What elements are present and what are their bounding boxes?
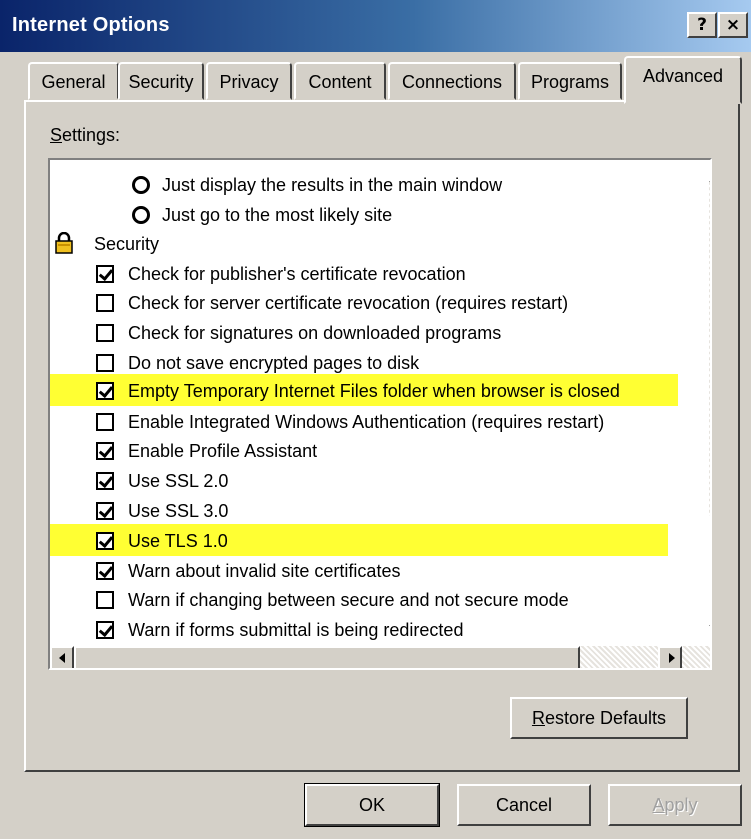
ok-button[interactable]: OK	[304, 783, 440, 827]
settings-item-label: Warn if forms submittal is being redirec…	[128, 620, 464, 640]
vertical-scroll-thumb[interactable]	[709, 516, 710, 626]
apply-accesskey: A	[652, 795, 665, 815]
settings-item-label: Use SSL 3.0	[128, 501, 229, 521]
settings-item-label: Check for publisher's certificate revoca…	[128, 264, 466, 284]
settings-item[interactable]: Check for signatures on downloaded progr…	[50, 318, 705, 348]
internet-options-dialog: Internet Options ? × General Security Priv…	[0, 0, 751, 839]
radio-button[interactable]	[132, 206, 150, 224]
settings-item-label: Empty Temporary Internet Files folder wh…	[128, 381, 620, 401]
settings-item-label: Enable Profile Assistant	[128, 441, 318, 461]
settings-item[interactable]: Use SSL 3.0	[50, 496, 705, 526]
checkbox-checked[interactable]	[96, 442, 114, 460]
checkbox-unchecked[interactable]	[96, 354, 114, 372]
settings-list[interactable]: Just display the results in the main win…	[48, 158, 712, 670]
settings-label: Settings:	[50, 125, 120, 146]
window-title: Internet Options	[12, 14, 170, 36]
settings-item-label: Use SSL 2.0	[128, 471, 229, 491]
settings-item[interactable]: Warn about invalid site certificates	[50, 556, 705, 586]
settings-item[interactable]: Check for server certificate revocation …	[50, 288, 705, 318]
settings-item[interactable]: Enable Profile Assistant	[50, 436, 705, 466]
tab-advanced[interactable]: Advanced	[624, 56, 742, 104]
tab-general[interactable]: General	[28, 62, 119, 100]
checkbox-checked[interactable]	[96, 621, 114, 639]
settings-item-label: Warn if changing between secure and not …	[128, 590, 569, 610]
settings-item[interactable]: Just display the results in the main win…	[50, 170, 705, 200]
settings-item-label: Check for server certificate revocation …	[128, 293, 569, 313]
restore-label-rest: estore Defaults	[544, 708, 667, 728]
vertical-scrollbar[interactable]	[709, 160, 710, 648]
settings-item-label: Just go to the most likely site	[162, 205, 393, 225]
settings-item-label: Just display the results in the main win…	[162, 175, 503, 195]
scroll-right-button[interactable]	[658, 646, 682, 668]
apply-label-rest: pply	[664, 795, 698, 815]
help-button[interactable]: ?	[687, 12, 717, 38]
checkbox-checked[interactable]	[96, 532, 114, 550]
settings-item[interactable]: Use TLS 1.0	[50, 526, 705, 556]
settings-item[interactable]: Just go to the most likely site	[50, 200, 705, 230]
tab-content[interactable]: Content	[294, 62, 386, 100]
restore-defaults-button[interactable]: Restore Defaults	[510, 697, 688, 739]
settings-item[interactable]: Check for publisher's certificate revoca…	[50, 259, 705, 289]
group-header-security: Security	[50, 229, 705, 259]
settings-item-label: Warn about invalid site certificates	[128, 561, 401, 581]
settings-item[interactable]: Enable Integrated Windows Authentication…	[50, 407, 705, 437]
left-arrow-icon	[59, 653, 65, 663]
checkbox-unchecked[interactable]	[96, 294, 114, 312]
scroll-down-button[interactable]	[709, 626, 710, 648]
checkbox-checked[interactable]	[96, 472, 114, 490]
tab-programs[interactable]: Programs	[518, 62, 622, 100]
restore-accesskey: R	[531, 708, 545, 728]
settings-item[interactable]: Empty Temporary Internet Files folder wh…	[50, 376, 705, 406]
settings-label-accesskey: S	[50, 125, 63, 145]
settings-item[interactable]: Use SSL 2.0	[50, 466, 705, 496]
tab-connections[interactable]: Connections	[388, 62, 516, 100]
checkbox-checked[interactable]	[96, 562, 114, 580]
tab-security[interactable]: Security	[118, 62, 204, 100]
scroll-left-button[interactable]	[50, 646, 74, 668]
settings-item[interactable]: Warn if forms submittal is being redirec…	[50, 615, 705, 645]
horizontal-scrollbar[interactable]	[50, 646, 710, 668]
settings-item-label: Security	[94, 234, 160, 254]
title-bar[interactable]: Internet Options ? ×	[0, 0, 751, 52]
right-arrow-icon	[669, 653, 675, 663]
scroll-up-button[interactable]	[709, 160, 710, 182]
apply-button[interactable]: Apply	[608, 784, 742, 826]
checkbox-checked[interactable]	[96, 502, 114, 520]
settings-item-label: Use TLS 1.0	[128, 531, 228, 551]
settings-item[interactable]: Warn if changing between secure and not …	[50, 585, 705, 615]
horizontal-scroll-thumb[interactable]	[74, 646, 580, 668]
checkbox-unchecked[interactable]	[96, 591, 114, 609]
settings-item-label: Enable Integrated Windows Authentication…	[128, 412, 605, 432]
tab-privacy[interactable]: Privacy	[206, 62, 292, 100]
settings-label-rest: ettings:	[62, 125, 121, 145]
cancel-button[interactable]: Cancel	[457, 784, 591, 826]
checkbox-checked[interactable]	[96, 265, 114, 283]
settings-item-label: Check for signatures on downloaded progr…	[128, 323, 502, 343]
radio-button[interactable]	[132, 176, 150, 194]
checkbox-unchecked[interactable]	[96, 413, 114, 431]
checkbox-unchecked[interactable]	[96, 324, 114, 342]
checkbox-checked[interactable]	[96, 382, 114, 400]
close-button[interactable]: ×	[718, 12, 748, 38]
